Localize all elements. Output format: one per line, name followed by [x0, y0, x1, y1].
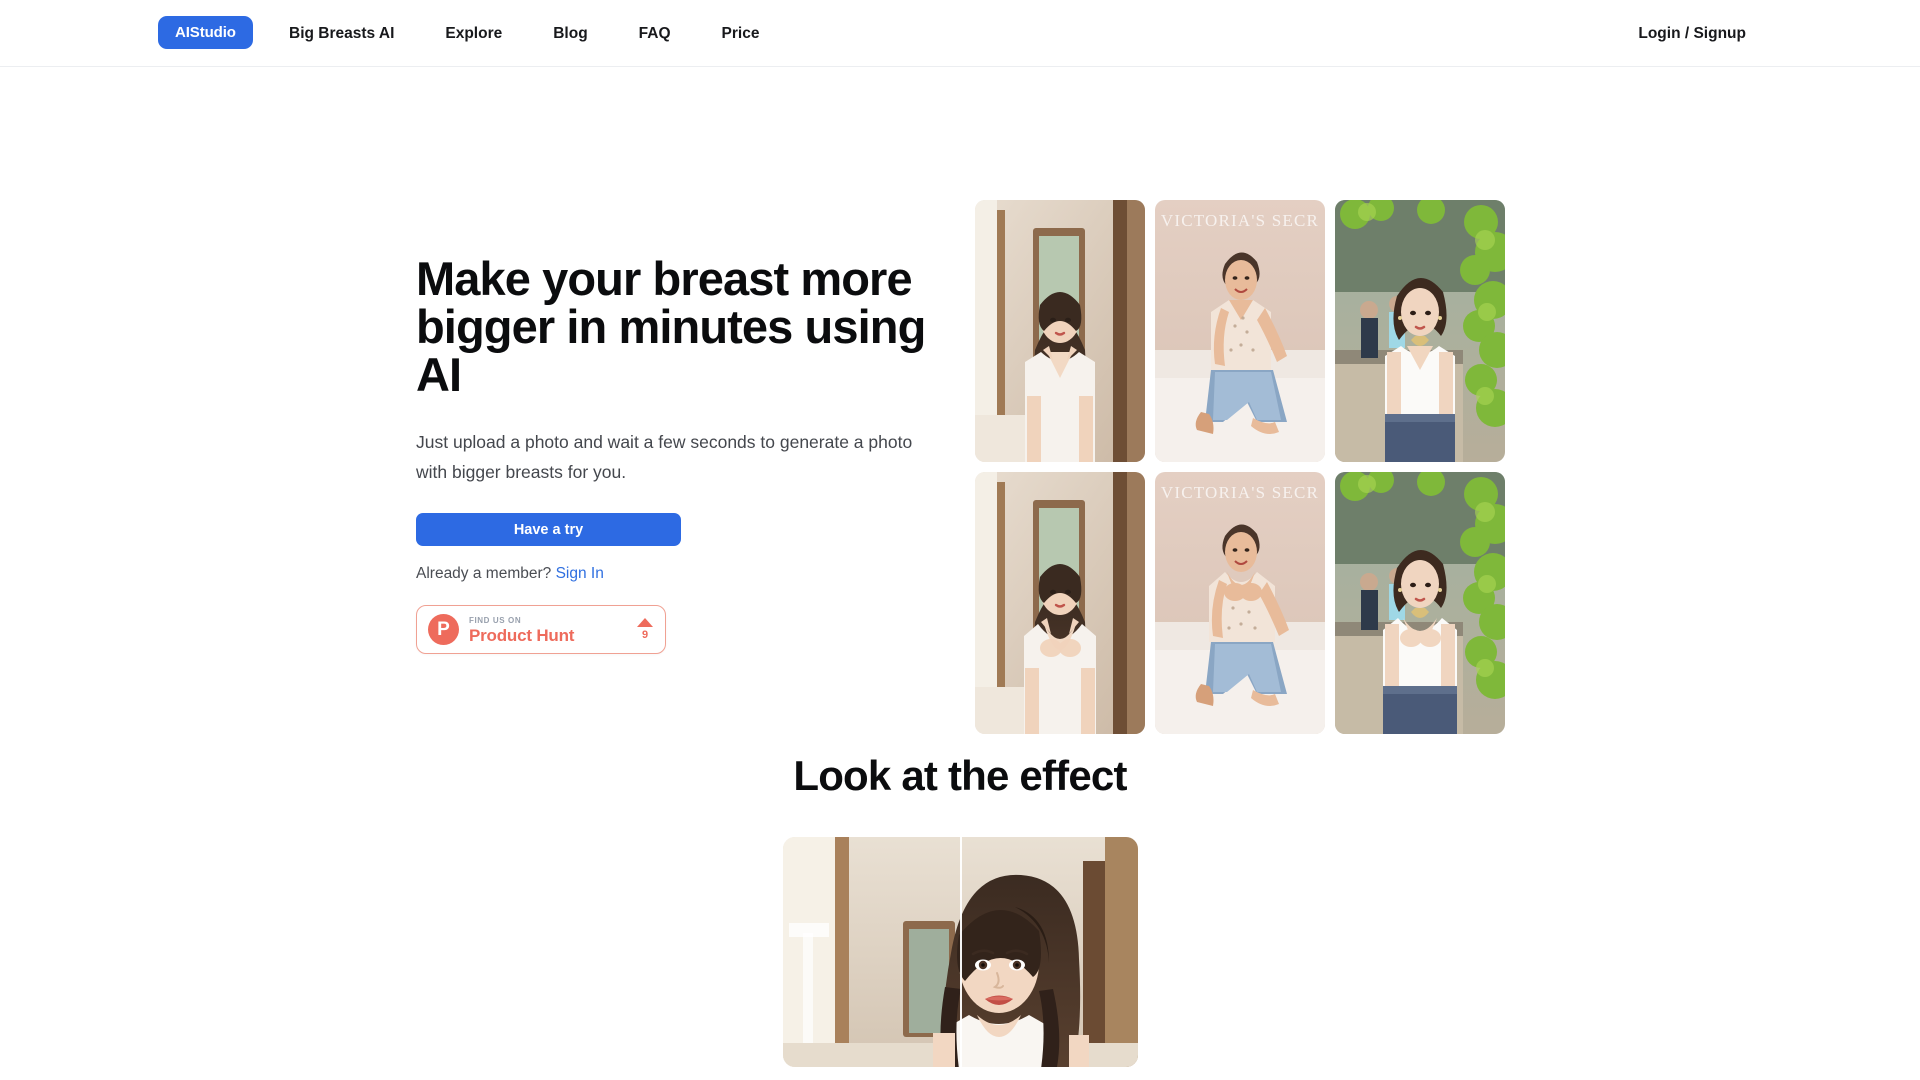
primary-navigation: Big Breasts AI Explore Blog FAQ Price: [289, 0, 759, 67]
photo-indoor-before-icon: [975, 200, 1145, 462]
before-after-comparison[interactable]: [782, 837, 1138, 1067]
product-hunt-name: Product Hunt: [469, 625, 575, 645]
top-navbar: AIStudio Big Breasts AI Explore Blog FAQ…: [0, 0, 1920, 67]
gallery-photo-2[interactable]: VICTORIA'S SECR: [1155, 200, 1325, 462]
gallery-photo-4[interactable]: [975, 472, 1145, 734]
photo-victorias-secret-after-icon: VICTORIA'S SECR: [1155, 472, 1325, 734]
brand-logo[interactable]: AIStudio: [158, 16, 253, 49]
product-hunt-upvote-count: 9: [641, 629, 649, 641]
product-hunt-icon: P: [428, 614, 459, 645]
login-signup-link[interactable]: Login / Signup: [1638, 0, 1746, 67]
hero-section: Make your breast more bigger in minutes …: [0, 67, 1920, 734]
photo-street-before-icon: [1335, 200, 1505, 462]
gallery-photo-1[interactable]: [975, 200, 1145, 462]
gallery-photo-5[interactable]: VICTORIA'S SECR: [1155, 472, 1325, 734]
product-hunt-text: FIND US ON Product Hunt: [469, 615, 631, 645]
have-a-try-button[interactable]: Have a try: [416, 513, 681, 546]
hero-subtitle: Just upload a photo and wait a few secon…: [416, 432, 913, 482]
member-prompt-line: Already a member? Sign In: [416, 565, 946, 583]
hero-photo-grid: VICTORIA'S SECR VICTORIA'S SECR: [975, 200, 1505, 734]
member-prompt-text: Already a member?: [416, 565, 552, 582]
nav-item-price[interactable]: Price: [722, 0, 760, 67]
product-hunt-kicker: FIND US ON: [469, 615, 522, 625]
photo-street-after-icon: [1335, 472, 1505, 734]
page-title: Make your breast more bigger in minutes …: [416, 252, 926, 401]
gallery-photo-3[interactable]: [1335, 200, 1505, 462]
triangle-up-icon: [637, 618, 653, 627]
photo-victorias-secret-before-icon: VICTORIA'S SECR: [1155, 200, 1325, 462]
effect-section: Look at the effect: [0, 751, 1920, 1067]
sign-in-link[interactable]: Sign In: [556, 565, 604, 582]
product-hunt-upvote[interactable]: 9: [637, 618, 653, 641]
svg-text:VICTORIA'S SECR: VICTORIA'S SECR: [1161, 211, 1319, 230]
svg-text:VICTORIA'S SECR: VICTORIA'S SECR: [1161, 483, 1319, 502]
photo-indoor-after-icon: [975, 472, 1145, 734]
effect-section-title: Look at the effect: [793, 752, 1127, 799]
nav-item-faq[interactable]: FAQ: [639, 0, 671, 67]
product-hunt-badge[interactable]: P FIND US ON Product Hunt 9: [416, 605, 666, 654]
before-after-image-icon: [782, 837, 1138, 1067]
hero-copy: Make your breast more bigger in minutes …: [416, 255, 946, 654]
gallery-photo-6[interactable]: [1335, 472, 1505, 734]
nav-item-explore[interactable]: Explore: [445, 0, 502, 67]
nav-item-big-breasts-ai[interactable]: Big Breasts AI: [289, 0, 394, 67]
nav-item-blog[interactable]: Blog: [553, 0, 587, 67]
